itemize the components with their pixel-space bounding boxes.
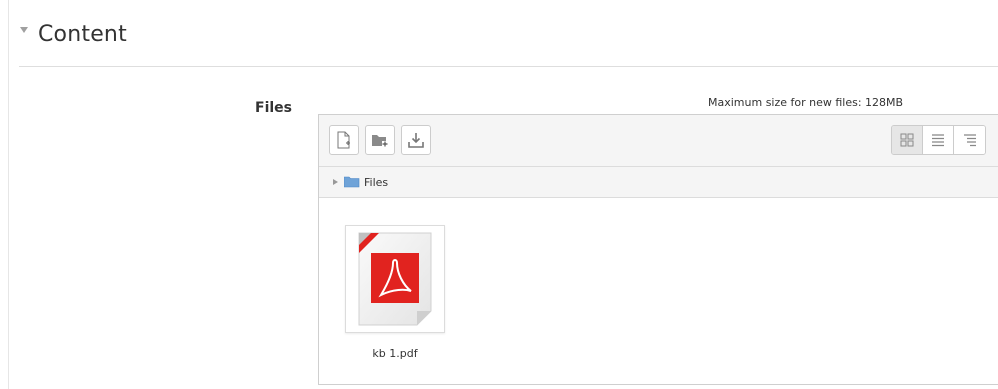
grid-icon <box>900 133 914 147</box>
file-name[interactable]: kb 1.pdf <box>345 347 445 360</box>
create-folder-icon <box>372 135 388 147</box>
path-bar: Files <box>319 167 998 198</box>
view-details-button[interactable] <box>923 126 954 154</box>
download-icon <box>408 133 424 148</box>
download-button[interactable] <box>401 125 431 155</box>
list-icon <box>932 134 944 147</box>
expand-arrow-icon[interactable] <box>333 179 338 185</box>
add-file-icon <box>337 131 350 149</box>
tree-icon <box>963 134 976 147</box>
files-field-label: Files <box>255 100 292 116</box>
page: Content Files Maximum size for new files… <box>0 0 998 389</box>
file-manager: Files kb 1.pdf <box>318 114 998 385</box>
section-divider <box>19 66 998 67</box>
max-size-note: Maximum size for new files: 128MB <box>708 96 904 109</box>
section-title: Content <box>38 22 127 47</box>
pdf-file-icon <box>358 232 432 326</box>
create-folder-button[interactable] <box>365 125 395 155</box>
file-thumbnail[interactable] <box>345 225 445 333</box>
view-switcher <box>891 125 986 155</box>
content-section-header[interactable]: Content <box>20 22 127 47</box>
caret-down-icon[interactable] <box>20 26 28 33</box>
add-file-button[interactable] <box>329 125 359 155</box>
path-label[interactable]: Files <box>364 176 388 189</box>
file-item[interactable]: kb 1.pdf <box>345 225 445 360</box>
folder-icon <box>344 176 360 188</box>
view-tree-button[interactable] <box>954 126 985 154</box>
left-border <box>8 0 9 389</box>
file-manager-toolbar <box>319 115 998 167</box>
view-icons-button[interactable] <box>892 126 923 154</box>
